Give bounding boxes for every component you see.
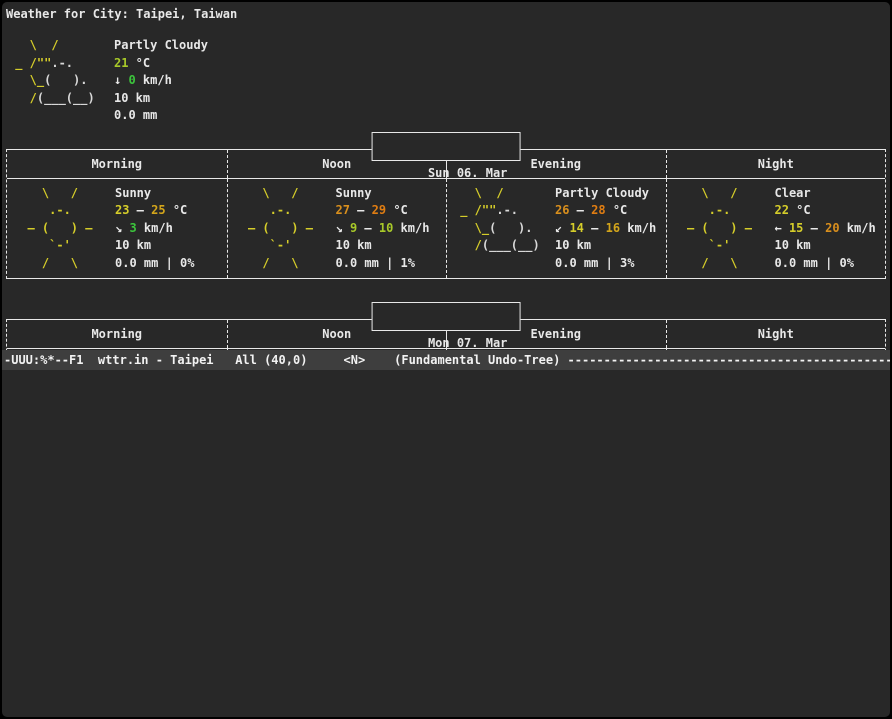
temperature-line: 22 °C — [775, 202, 876, 220]
forecast-content-row: \ / .-. – ( ) – `-' / \ Sunny 23 – 25 °C… — [7, 179, 885, 279]
wind-unit: km/h — [137, 221, 173, 235]
wind-arrow-icon: ↓ — [114, 73, 128, 87]
forecast-details: Sunny 27 – 29 °C ↘ 9 – 10 km/h 10 km 0.0… — [336, 185, 430, 273]
period-header-night: Night — [666, 320, 886, 348]
wind-line: ← 15 – 20 km/h — [775, 220, 876, 238]
wind-arrow-icon: ← — [775, 221, 789, 235]
condition-label: Sunny — [336, 185, 430, 203]
emacs-buffer[interactable]: Weather for City: Taipei, Taiwan \ / _ /… — [2, 2, 890, 350]
forecast-period-cell: \ / .-. – ( ) – `-' / \ Sunny 23 – 25 °C… — [7, 349, 227, 350]
weather-ascii-icon: \ / _ /"".-. \_( ). /(___(__) — [8, 37, 114, 125]
temp-unit: °C — [166, 203, 188, 217]
date-label: Mon 07. Mar — [428, 336, 507, 350]
temp-separator: – — [569, 203, 591, 217]
forecast-period-cell: \ / .-. – ( ) – `-' / \ Clear 23 – 25 °C… — [666, 349, 886, 350]
temp-unit: °C — [789, 203, 811, 217]
condition-label: Partly Cloudy — [114, 37, 208, 55]
wind-unit: km/h — [620, 221, 656, 235]
date-box: Mon 07. Mar — [372, 302, 521, 331]
precipitation-line: 0.0 mm | 0% — [775, 255, 876, 273]
weather-ascii-icon: \ / .-. – ( ) – `-' / \ — [673, 185, 763, 273]
wind-high: 20 — [825, 221, 839, 235]
terminal-window: Weather for City: Taipei, Taiwan \ / _ /… — [2, 2, 890, 717]
condition-label: Clear — [775, 185, 876, 203]
precipitation-line: 0.0 mm | 1% — [336, 255, 430, 273]
wind-high: 10 — [379, 221, 393, 235]
temp-unit: °C — [128, 56, 150, 70]
date-label: Sun 06. Mar — [428, 166, 507, 180]
temp-low: 26 — [555, 203, 569, 217]
period-header-morning: Morning — [7, 320, 227, 348]
precipitation-line: 0.0 mm | 3% — [555, 255, 656, 273]
temp-separator: – — [129, 203, 151, 217]
weather-ascii-icon: \ / .-. – ( ) – `-' / \ — [13, 185, 103, 273]
page-title: Weather for City: Taipei, Taiwan — [2, 2, 890, 22]
temp-unit: °C — [606, 203, 628, 217]
wind-low: 0 — [128, 73, 135, 87]
visibility-line: 10 km — [555, 237, 656, 255]
wind-high: 16 — [606, 221, 620, 235]
temperature-line: 21 °C — [114, 55, 208, 73]
forecast-details: Sunny 23 – 25 °C ↘ 3 km/h 10 km 0.0 mm |… — [115, 185, 194, 273]
wind-separator: – — [584, 221, 606, 235]
forecast-period-cell: \ / .-. – ( ) – `-' / \ Clear 22 °C ← 15… — [666, 179, 886, 279]
wind-line: ↙ 14 – 16 km/h — [555, 220, 656, 238]
visibility-line: 10 km — [115, 237, 194, 255]
forecast-day-section: Mon 07. Mar Morning Noon Evening Night \… — [6, 319, 886, 350]
wind-line: ↘ 9 – 10 km/h — [336, 220, 430, 238]
period-header-night: Night — [666, 150, 886, 178]
emacs-modeline: -UUU:%*--F1 wttr.in - Taipei All (40,0) … — [2, 350, 890, 370]
weather-ascii-icon: \ / .-. – ( ) – `-' / \ — [234, 185, 324, 273]
condition-label: Partly Cloudy — [555, 185, 656, 203]
wind-low: 15 — [789, 221, 803, 235]
wind-unit: km/h — [393, 221, 429, 235]
temperature-line: 26 – 28 °C — [555, 202, 656, 220]
temp-high: 25 — [151, 203, 165, 217]
temp-low: 22 — [775, 203, 789, 217]
temperature-line: 23 – 25 °C — [115, 202, 194, 220]
forecast-days: Sun 06. Mar Morning Noon Evening Night \… — [2, 149, 890, 350]
wind-separator: – — [803, 221, 825, 235]
wind-unit: km/h — [840, 221, 876, 235]
forecast-details: Clear 22 °C ← 15 – 20 km/h 10 km 0.0 mm … — [775, 185, 876, 273]
precipitation-line: 0.0 mm — [114, 107, 208, 125]
temp-low: 23 — [115, 203, 129, 217]
date-box: Sun 06. Mar — [372, 132, 521, 161]
wind-line: ↓ 0 km/h — [114, 72, 208, 90]
echo-area[interactable] — [2, 370, 890, 718]
temperature-line: 27 – 29 °C — [336, 202, 430, 220]
forecast-period-cell: \ / _ /"".-. \_( ). /(___(__) Partly Clo… — [446, 179, 666, 279]
current-details: Partly Cloudy 21 °C ↓ 0 km/h 10 km 0.0 m… — [114, 37, 208, 125]
precipitation-line: 0.0 mm | 0% — [115, 255, 194, 273]
temp-low: 27 — [336, 203, 350, 217]
visibility-line: 10 km — [775, 237, 876, 255]
visibility-line: 10 km — [114, 90, 208, 108]
temp-low: 21 — [114, 56, 128, 70]
wind-low: 14 — [569, 221, 583, 235]
wind-arrow-icon: ↘ — [115, 221, 129, 235]
weather-ascii-icon: \ / _ /"".-. \_( ). /(___(__) — [453, 185, 543, 273]
forecast-details: Partly Cloudy 26 – 28 °C ↙ 14 – 16 km/h … — [555, 185, 656, 273]
wind-low: 3 — [129, 221, 136, 235]
forecast-period-cell: \ / .-. – ( ) – `-' / \ Sunny 23 – 25 °C… — [7, 179, 227, 279]
forecast-day-section: Sun 06. Mar Morning Noon Evening Night \… — [6, 149, 886, 280]
temp-separator: – — [350, 203, 372, 217]
wind-unit: km/h — [136, 73, 172, 87]
condition-label: Sunny — [115, 185, 194, 203]
period-header-morning: Morning — [7, 150, 227, 178]
wind-arrow-icon: ↘ — [336, 221, 350, 235]
current-conditions: \ / _ /"".-. \_( ). /(___(__) Partly Clo… — [8, 37, 890, 125]
temp-high: 28 — [591, 203, 605, 217]
wind-separator: – — [357, 221, 379, 235]
wind-line: ↘ 3 km/h — [115, 220, 194, 238]
visibility-line: 10 km — [336, 237, 430, 255]
wind-arrow-icon: ↙ — [555, 221, 569, 235]
